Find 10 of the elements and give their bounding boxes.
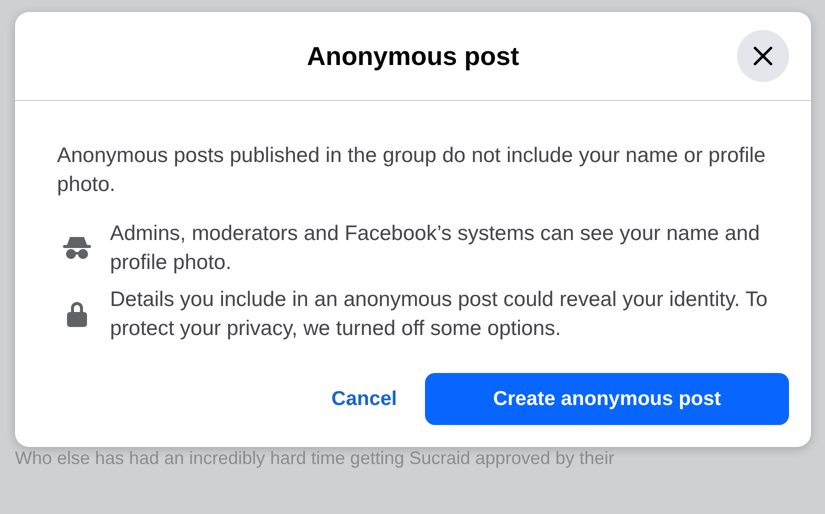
close-icon: [752, 45, 774, 67]
incognito-icon: [62, 236, 92, 260]
close-button[interactable]: [737, 30, 789, 82]
cancel-button[interactable]: Cancel: [313, 376, 415, 422]
note-text: Details you include in an anonymous post could reveal your identity. To protect your privacy, we turned off some options.: [110, 287, 769, 342]
create-post-button[interactable]: Create anonymous post: [425, 373, 789, 425]
intro-text: Anonymous posts published in the group do not include your name or profile photo.: [57, 143, 767, 198]
note-text: Admins, moderators and Facebook’s systems can see your name and profile photo.: [110, 221, 761, 276]
post-text: Who else has had an incredibly hard time getting Sucraid approved by their: [15, 448, 616, 469]
dialog-title: Anonymous post: [306, 40, 520, 72]
